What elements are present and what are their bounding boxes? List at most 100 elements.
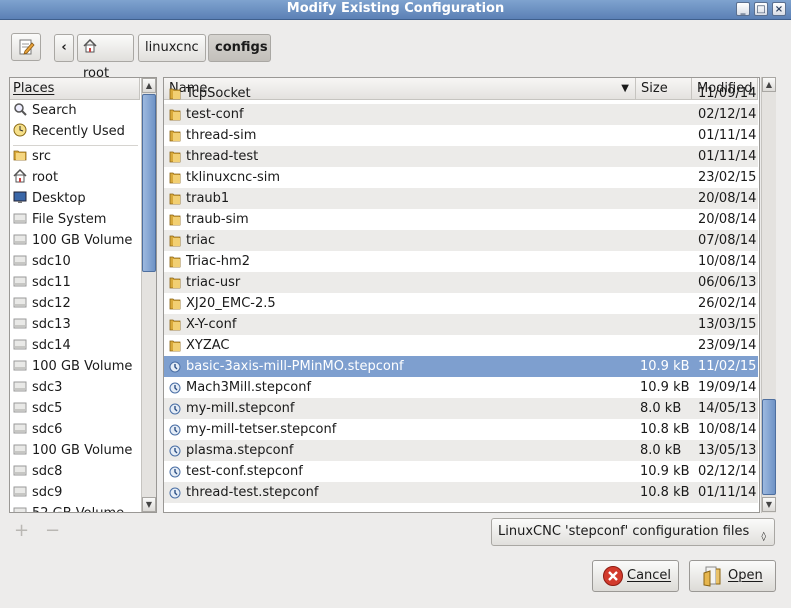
sidebar-item-label: 100 GB Volume: [32, 233, 133, 248]
places-header[interactable]: Places: [10, 78, 140, 100]
cancel-button[interactable]: Cancel: [592, 560, 679, 592]
folder-row[interactable]: X-Y-conf 13/03/15: [164, 314, 758, 335]
drive-icon: [13, 422, 32, 437]
file-row[interactable]: my-mill.stepconf 8.0 kB 14/05/13: [164, 398, 758, 419]
file-size: 8.0 kB: [640, 443, 682, 458]
sidebar-item-label: 52 GB Volume: [32, 506, 124, 512]
sidebar-item-root[interactable]: root: [13, 168, 58, 188]
sidebar-item-label: Desktop: [32, 191, 86, 206]
places-scrollbar[interactable]: ▲ ▼: [141, 78, 156, 512]
file-modified: 02/12/14: [698, 107, 757, 122]
file-name: thread-test: [186, 149, 259, 164]
search-icon: [13, 103, 32, 118]
sidebar-item-search[interactable]: Search: [13, 101, 77, 121]
folder-row[interactable]: tklinuxcnc-sim 23/02/15: [164, 167, 758, 188]
minimize-button[interactable]: _: [736, 2, 750, 16]
breadcrumb-item-linuxcnc[interactable]: linuxcnc: [138, 34, 206, 62]
scroll-up-arrow-icon[interactable]: ▲: [142, 78, 156, 93]
scroll-down-arrow-icon[interactable]: ▼: [142, 497, 156, 512]
cancel-label: Cancel: [627, 568, 672, 583]
folder-row[interactable]: triac 07/08/14: [164, 230, 758, 251]
close-button[interactable]: ×: [772, 2, 786, 16]
folder-row[interactable]: test-conf 02/12/14: [164, 104, 758, 125]
sidebar-item-sdc6[interactable]: sdc6: [13, 420, 62, 440]
file-modified: 11/02/15: [698, 359, 757, 374]
file-name: traub1: [186, 191, 230, 206]
sidebar-item-label: sdc12: [32, 296, 71, 311]
breadcrumb-label: linuxcnc: [145, 40, 199, 55]
places-scroll-thumb[interactable]: [142, 94, 156, 272]
folder-icon: [13, 149, 32, 164]
folder-row[interactable]: traub-sim 20/08/14: [164, 209, 758, 230]
sidebar-item-sdc14[interactable]: sdc14: [13, 336, 71, 356]
file-row[interactable]: my-mill-tetser.stepconf 10.8 kB 10/08/14: [164, 419, 758, 440]
file-list-scroll-thumb[interactable]: [762, 399, 776, 495]
open-button[interactable]: Open: [689, 560, 776, 592]
folder-row[interactable]: thread-sim 01/11/14: [164, 125, 758, 146]
drive-icon: [13, 380, 32, 395]
sidebar-item-file-system[interactable]: File System: [13, 210, 106, 230]
folder-row[interactable]: TcpSocket 11/09/14: [164, 83, 758, 104]
sidebar-item-label: src: [32, 149, 51, 164]
breadcrumb-item-configs[interactable]: configs: [208, 34, 271, 62]
folder-row[interactable]: thread-test 01/11/14: [164, 146, 758, 167]
file-name: Mach3Mill.stepconf: [186, 380, 312, 395]
file-size: 10.9 kB: [640, 359, 690, 374]
sidebar-item-sdc8[interactable]: sdc8: [13, 462, 62, 482]
file-modified: 26/02/14: [698, 296, 757, 311]
sidebar-item-sdc13[interactable]: sdc13: [13, 315, 71, 335]
folder-row[interactable]: triac-usr 06/06/13: [164, 272, 758, 293]
file-row[interactable]: Mach3Mill.stepconf 10.9 kB 19/09/14: [164, 377, 758, 398]
type-location-button[interactable]: [11, 33, 41, 61]
file-modified: 02/12/14: [698, 464, 757, 479]
scroll-up-arrow-icon[interactable]: ▲: [762, 77, 776, 92]
drive-icon: [13, 275, 32, 290]
drive-icon: [13, 464, 32, 479]
places-separator: [13, 145, 138, 146]
remove-bookmark-button[interactable]: −: [45, 520, 60, 541]
sidebar-item-sdc9[interactable]: sdc9: [13, 483, 62, 503]
add-bookmark-button[interactable]: +: [14, 520, 29, 541]
sidebar-item-label: sdc3: [32, 380, 63, 395]
desktop-icon: [13, 191, 32, 206]
sidebar-item-label: 100 GB Volume: [32, 359, 133, 374]
file-name: TcpSocket: [186, 86, 251, 101]
folder-row[interactable]: traub1 20/08/14: [164, 188, 758, 209]
breadcrumb-back-button[interactable]: ‹: [54, 34, 74, 62]
sidebar-item-sdc10[interactable]: sdc10: [13, 252, 71, 272]
sidebar-item-100-gb-volume[interactable]: 100 GB Volume: [13, 441, 132, 461]
sidebar-item-sdc11[interactable]: sdc11: [13, 273, 71, 293]
sidebar-item-label: 100 GB Volume: [32, 443, 133, 458]
sidebar-item-recently-used[interactable]: Recently Used: [13, 122, 125, 142]
file-type-filter-select[interactable]: LinuxCNC 'stepconf' configuration files …: [491, 518, 775, 546]
file-modified: 06/06/13: [698, 275, 757, 290]
folder-row[interactable]: XYZAC 23/09/14: [164, 335, 758, 356]
file-row[interactable]: basic-3axis-mill-PMinMO.stepconf 10.9 kB 1…: [164, 356, 758, 377]
sidebar-item-src[interactable]: src: [13, 147, 51, 167]
home-icon: [83, 38, 97, 53]
maximize-button[interactable]: □: [754, 2, 768, 16]
title-bar[interactable]: Modify Existing Configuration _ □ ×: [0, 0, 791, 20]
file-row[interactable]: thread-test.stepconf 10.8 kB 01/11/14: [164, 482, 758, 503]
sidebar-item-52-gb-volume[interactable]: 52 GB Volume: [13, 504, 124, 512]
file-modified: 23/09/14: [698, 338, 757, 353]
file-name: traub-sim: [186, 212, 249, 227]
file-row[interactable]: plasma.stepconf 8.0 kB 13/05/13: [164, 440, 758, 461]
file-row[interactable]: test-conf.stepconf 10.9 kB 02/12/14: [164, 461, 758, 482]
folder-row[interactable]: XJ20_EMC-2.5 26/02/14: [164, 293, 758, 314]
folder-row[interactable]: Triac-hm2 10/08/14: [164, 251, 758, 272]
sidebar-item-label: sdc8: [32, 464, 63, 479]
sidebar-item-100-gb-volume[interactable]: 100 GB Volume: [13, 231, 132, 251]
file-name: XJ20_EMC-2.5: [186, 296, 276, 311]
sidebar-item-sdc5[interactable]: sdc5: [13, 399, 62, 419]
file-list-scrollbar[interactable]: ▲ ▼: [761, 77, 776, 513]
drive-icon: [13, 317, 32, 332]
breadcrumb-item-root[interactable]: root: [77, 34, 134, 81]
scroll-down-arrow-icon[interactable]: ▼: [762, 497, 776, 512]
sidebar-item-sdc3[interactable]: sdc3: [13, 378, 62, 398]
sidebar-item-sdc12[interactable]: sdc12: [13, 294, 71, 314]
sidebar-item-desktop[interactable]: Desktop: [13, 189, 86, 209]
sidebar-item-label: sdc13: [32, 317, 71, 332]
file-name: my-mill-tetser.stepconf: [186, 422, 337, 437]
sidebar-item-100-gb-volume[interactable]: 100 GB Volume: [13, 357, 132, 377]
